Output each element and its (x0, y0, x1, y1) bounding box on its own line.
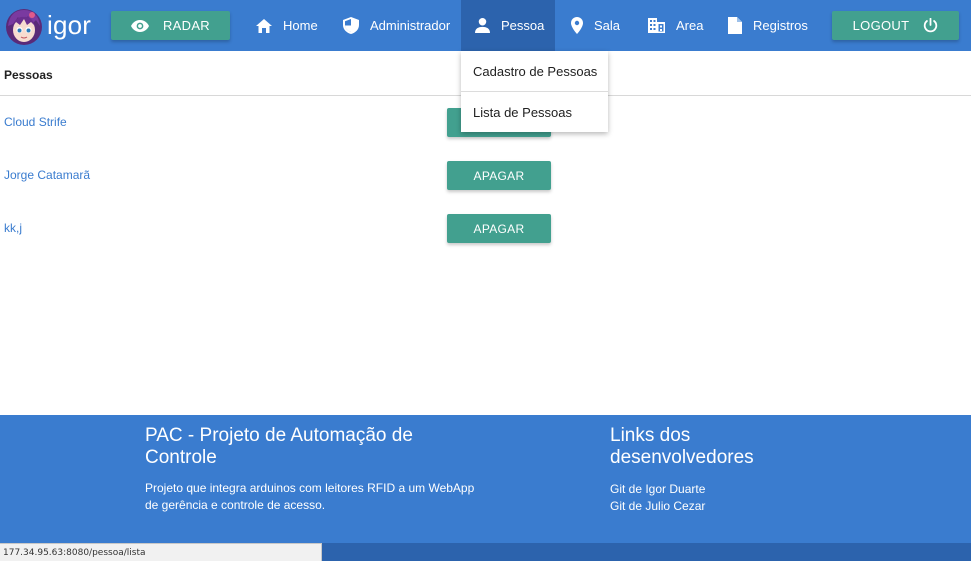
nav-label-administrador: Administrador (370, 18, 451, 33)
avatar-icon (6, 8, 42, 45)
browser-status-bar: 177.34.95.63:8080/pessoa/lista (0, 543, 322, 561)
nav-item-home[interactable]: Home (256, 0, 318, 51)
dropdown-item-lista[interactable]: Lista de Pessoas (461, 92, 608, 132)
nav-label-sala: Sala (594, 18, 621, 33)
navbar: igor RADAR Home Administrador Pessoa Sal… (0, 0, 971, 51)
footer-link-igor[interactable]: Git de Igor Duarte (610, 482, 705, 496)
nav-label-registros: Registros (753, 18, 808, 33)
logout-label: LOGOUT (852, 18, 910, 33)
nav-label-home: Home (283, 18, 318, 33)
dropdown-item-cadastro[interactable]: Cadastro de Pessoas (461, 51, 608, 91)
shield-icon (343, 17, 359, 34)
nav-label-pessoa: Pessoa (501, 18, 545, 33)
logo[interactable]: igor (4, 4, 91, 47)
nav-item-registros[interactable]: Registros (728, 0, 808, 51)
person-link[interactable]: kk,j (4, 221, 22, 235)
location-pin-icon (571, 17, 583, 34)
footer-right-title: Links dos desenvolvedores (610, 425, 754, 468)
person-link[interactable]: Jorge Catamarã (4, 168, 90, 182)
nav-item-pessoa[interactable]: Pessoa (461, 0, 555, 51)
footer: PAC - Projeto de Automação de Controle P… (0, 415, 971, 543)
logout-button[interactable]: LOGOUT (832, 11, 959, 40)
footer-left-title: PAC - Projeto de Automação de Controle (145, 425, 413, 468)
delete-button[interactable]: APAGAR (447, 214, 551, 243)
building-icon (648, 18, 665, 33)
pessoa-dropdown-menu: Cadastro de Pessoas Lista de Pessoas (461, 51, 608, 132)
person-link[interactable]: Cloud Strife (4, 115, 67, 129)
person-icon (475, 18, 490, 33)
nav-item-area[interactable]: Area (648, 0, 703, 51)
footer-description: Projeto que integra arduinos com leitore… (145, 481, 475, 512)
logo-text: igor (47, 10, 92, 40)
nav-item-sala[interactable]: Sala (571, 0, 620, 51)
footer-link-julio[interactable]: Git de Julio Cezar (610, 499, 705, 513)
status-url: 177.34.95.63:8080/pessoa/lista (3, 547, 146, 558)
delete-button[interactable]: APAGAR (447, 161, 551, 190)
home-icon (256, 18, 272, 33)
nav-item-administrador[interactable]: Administrador (343, 0, 450, 51)
document-icon (728, 17, 742, 34)
nav-label-area: Area (676, 18, 704, 33)
radar-button[interactable]: RADAR (111, 11, 230, 40)
eye-icon (130, 19, 149, 32)
radar-label: RADAR (162, 18, 210, 33)
page-title: Pessoas (4, 68, 53, 82)
power-icon (924, 18, 938, 33)
